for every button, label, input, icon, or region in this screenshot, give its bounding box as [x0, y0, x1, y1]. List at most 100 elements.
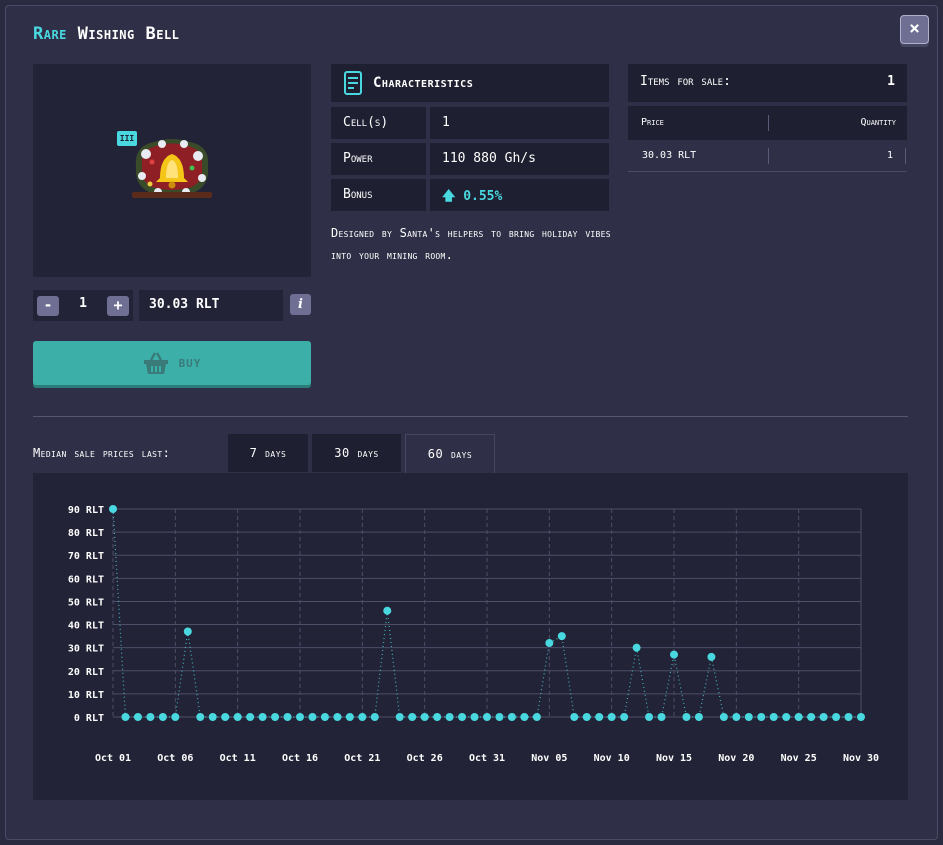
data-point [857, 713, 865, 721]
column-divider [768, 115, 769, 131]
data-point [507, 713, 516, 721]
x-tick-label: Nov 05 [531, 753, 567, 764]
data-point [308, 713, 317, 721]
column-divider [768, 148, 769, 164]
document-icon [344, 71, 362, 95]
quantity-column-header: Quantity [860, 117, 896, 128]
arrow-up-icon: 🡅 [442, 189, 456, 204]
data-point [171, 713, 180, 721]
level-badge: III [117, 131, 137, 146]
data-point [158, 713, 167, 721]
y-tick-label: 90 RLT [68, 505, 104, 516]
tab-30-days[interactable]: 30 days [312, 434, 401, 472]
data-point [495, 713, 504, 721]
x-tick-label: Nov 15 [656, 753, 692, 764]
table-row[interactable]: 30.03 RLT 1 [628, 140, 907, 172]
power-value: 110 880 Gh/s [430, 143, 609, 175]
x-tick-label: Oct 16 [282, 753, 318, 764]
y-tick-label: 60 RLT [68, 574, 104, 585]
item-rarity: Rare [33, 24, 67, 44]
data-point [296, 713, 304, 721]
x-tick-label: Oct 06 [157, 753, 193, 764]
x-tick-label: Oct 01 [95, 753, 131, 764]
data-point [657, 713, 666, 721]
quantity-value[interactable]: 1 [71, 296, 95, 311]
x-tick-label: Nov 25 [781, 753, 817, 764]
tab-60-days[interactable]: 60 days [405, 434, 495, 474]
basket-icon [143, 352, 168, 374]
data-point [246, 713, 255, 721]
data-point [844, 713, 853, 721]
price-column-header: Price [641, 117, 664, 128]
section-divider [33, 416, 908, 417]
data-point [121, 713, 130, 721]
data-point [408, 713, 417, 721]
quantity-increase-button[interactable]: + [107, 296, 129, 316]
data-point [258, 713, 267, 721]
cells-value: 1 [430, 107, 609, 139]
data-point [221, 713, 230, 721]
data-point [146, 713, 155, 721]
data-point [383, 606, 392, 615]
items-for-sale-header: Items for sale: 1 [628, 64, 907, 102]
items-for-sale-count: 1 [887, 74, 895, 89]
data-point [757, 713, 766, 721]
characteristics-title: Characteristics [373, 75, 474, 91]
items-for-sale-label: Items for sale: [640, 74, 731, 89]
total-price: 30.03 RLT [139, 290, 283, 321]
sale-table-header: Price Quantity [628, 106, 907, 140]
item-name: Wishing Bell [77, 24, 180, 44]
data-point [445, 713, 454, 721]
close-button[interactable]: × [900, 15, 929, 44]
power-label: Power [331, 143, 426, 175]
bonus-label: Bonus [331, 179, 426, 211]
x-tick-label: Nov 10 [594, 753, 630, 764]
data-point [782, 713, 791, 721]
data-point [632, 643, 641, 652]
data-point [208, 713, 217, 721]
sale-quantity: 1 [886, 150, 893, 161]
data-point [358, 713, 367, 721]
y-tick-label: 30 RLT [68, 644, 104, 655]
y-tick-label: 80 RLT [68, 528, 104, 539]
data-point [420, 713, 429, 721]
data-point [557, 632, 566, 641]
data-point [271, 713, 280, 721]
data-point [570, 713, 579, 721]
wishing-bell-image [132, 139, 212, 198]
data-point [196, 713, 205, 721]
buy-button[interactable]: BUY [33, 341, 311, 385]
data-point [682, 713, 691, 721]
data-point [732, 713, 741, 721]
data-point [794, 713, 803, 721]
data-point [133, 713, 142, 721]
bonus-value: 0.55% [463, 189, 503, 204]
data-point [607, 713, 616, 721]
data-point [832, 713, 841, 721]
data-point [433, 713, 442, 721]
data-point [183, 627, 192, 636]
quantity-decrease-button[interactable]: - [37, 296, 59, 316]
data-point [109, 505, 117, 513]
data-point [345, 713, 354, 721]
data-point [719, 713, 728, 721]
data-point [545, 639, 554, 648]
x-tick-label: Nov 30 [843, 753, 879, 764]
data-point [283, 713, 292, 721]
data-point [694, 713, 703, 721]
y-tick-label: 70 RLT [68, 551, 104, 562]
data-point [582, 713, 591, 721]
y-tick-label: 10 RLT [68, 690, 104, 701]
data-point [645, 713, 654, 721]
quantity-stepper: - 1 + [33, 290, 133, 321]
tab-7-days[interactable]: 7 days [228, 434, 308, 472]
item-description: Designed by Santa's helpers to bring hol… [331, 226, 611, 262]
y-tick-label: 0 RLT [74, 713, 104, 724]
column-divider [905, 148, 906, 164]
x-tick-label: Oct 21 [344, 753, 380, 764]
info-icon[interactable]: i [290, 294, 311, 315]
data-point [620, 713, 629, 721]
x-tick-label: Nov 20 [718, 753, 754, 764]
data-point [483, 713, 491, 721]
data-point [595, 713, 604, 721]
